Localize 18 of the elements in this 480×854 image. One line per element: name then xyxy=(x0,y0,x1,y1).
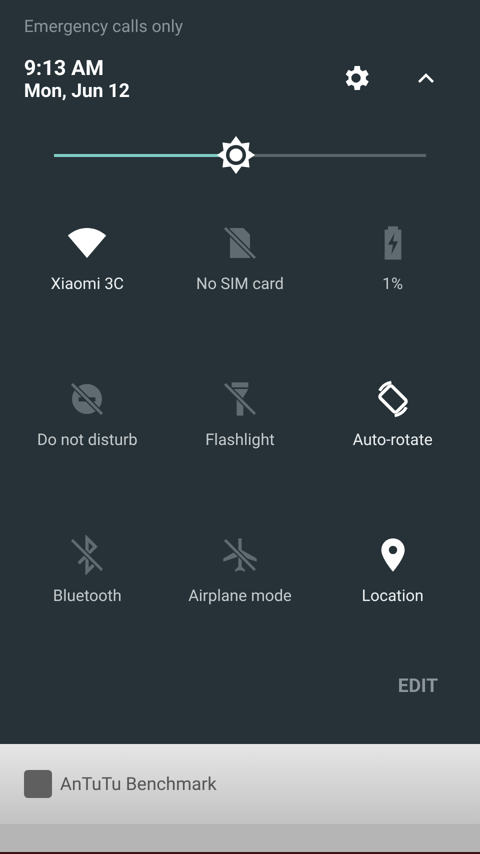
app-icon xyxy=(24,770,52,798)
tile-label[interactable]: 1% xyxy=(382,272,404,296)
notification-card[interactable]: AnTuTu Benchmark xyxy=(0,744,480,824)
carrier-status: Emergency calls only xyxy=(24,17,183,37)
clock-time: 9:13 AM xyxy=(24,58,105,80)
tile-label[interactable]: Xiaomi 3C xyxy=(50,272,124,296)
tile-label[interactable]: No SIM card xyxy=(196,272,284,296)
tile-label[interactable]: Airplane mode xyxy=(188,584,292,608)
tile-label[interactable]: Location xyxy=(362,584,424,608)
brightness-thumb-icon[interactable] xyxy=(216,135,256,175)
date-text: Mon, Jun 12 xyxy=(24,80,131,102)
edit-button[interactable]: EDIT xyxy=(398,670,438,702)
tile-label[interactable]: Bluetooth xyxy=(53,584,122,608)
brightness-slider[interactable] xyxy=(54,135,426,175)
tile-label[interactable]: Flashlight xyxy=(205,428,275,452)
tile-label[interactable]: Do not disturb xyxy=(37,428,138,452)
tile-label[interactable]: Auto-rotate xyxy=(352,428,433,452)
notification-title: AnTuTu Benchmark xyxy=(60,772,217,796)
